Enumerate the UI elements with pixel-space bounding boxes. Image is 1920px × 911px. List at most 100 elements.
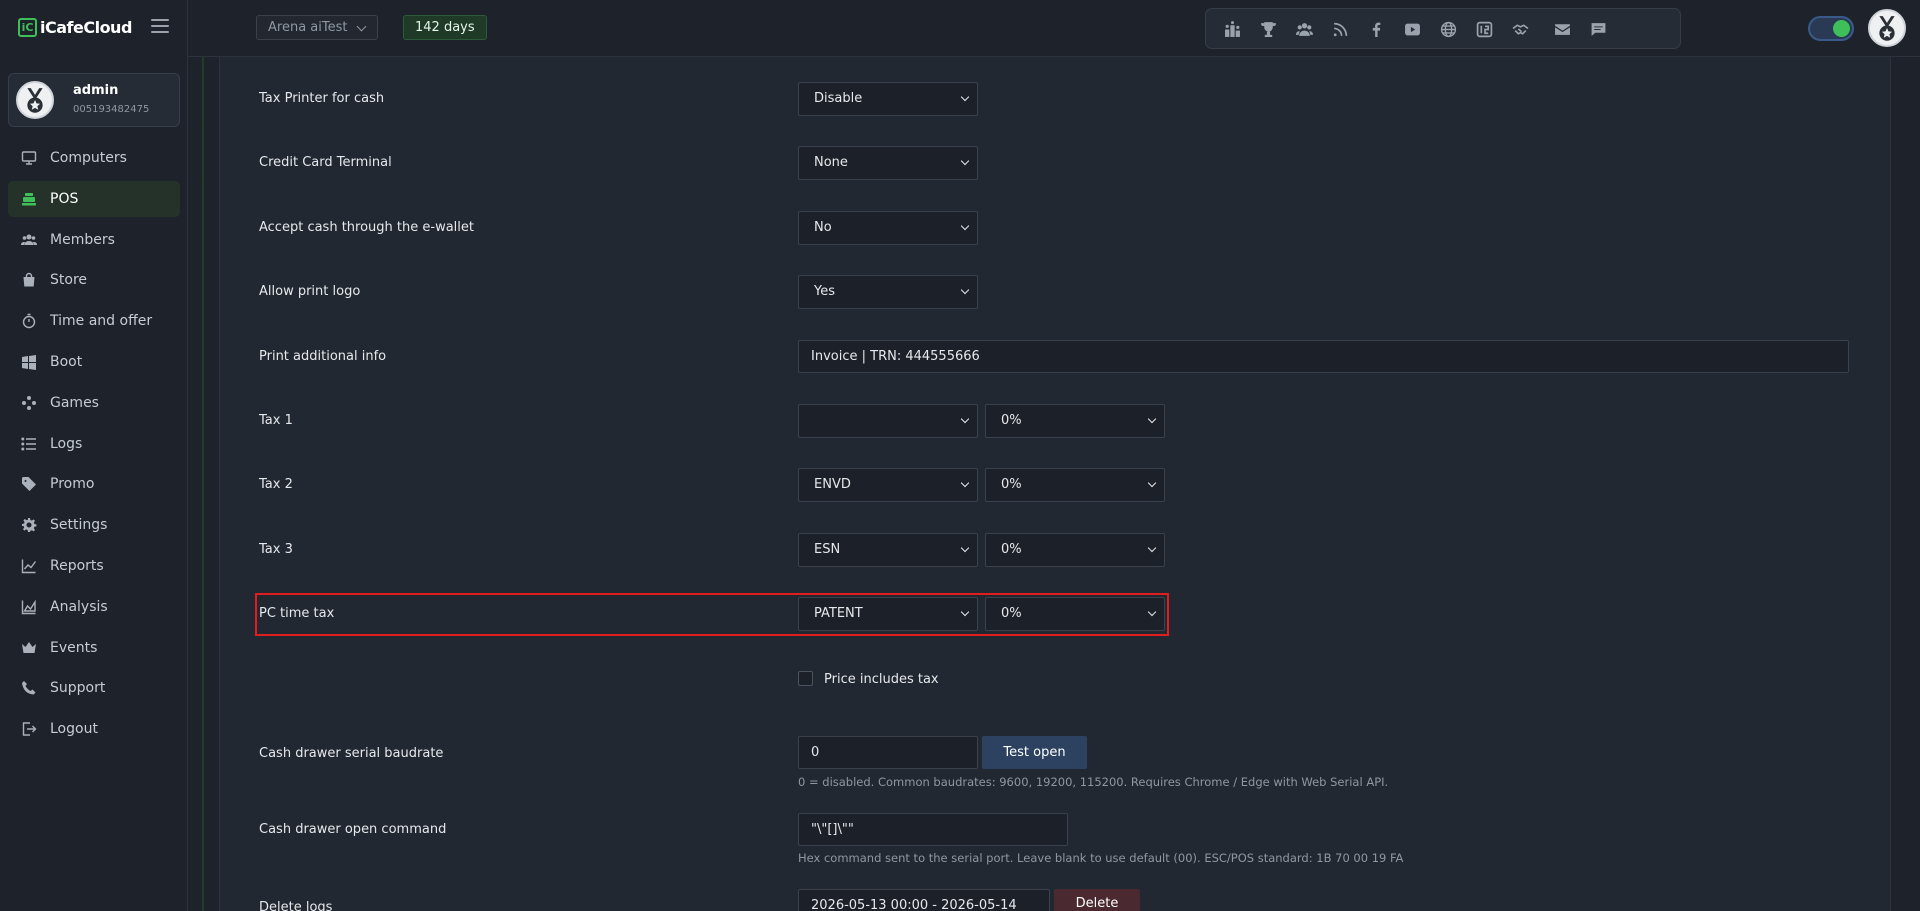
sidebar-item-label: Reports [50,557,104,574]
hamburger-menu-icon[interactable] [151,19,169,33]
user-name: admin [73,83,119,98]
tax2-rate-value: 0% [1001,477,1022,492]
sidebar-item-label: Time and offer [50,313,153,330]
tax3-type-select[interactable]: ESN [798,533,978,567]
accept-cash-label: Accept cash through the e-wallet [259,220,474,235]
list-icon [20,435,38,453]
content-accent-line [202,57,204,911]
print-logo-value: Yes [814,284,835,299]
test-open-button[interactable]: Test open [982,736,1087,769]
globe-icon[interactable] [1438,19,1458,39]
tax-printer-value: Disable [814,91,863,106]
chevron-down-icon [960,414,970,424]
rss-icon[interactable] [1330,19,1350,39]
price-includes-tax-label: Price includes tax [824,672,939,687]
tax-printer-select[interactable]: Disable [798,82,978,116]
sidebar-item-label: Promo [50,476,95,493]
sidebar-item-label: Settings [50,517,108,534]
pc-time-tax-rate-select[interactable]: 0% [985,597,1165,631]
cafe-select-value: Arena aiTest [268,20,348,35]
tax2-type-value: ENVD [814,477,851,492]
open-command-input[interactable]: "\"[]\"" [798,813,1068,846]
tax3-type-value: ESN [814,542,841,557]
sidebar-item-label: Games [50,394,99,411]
phone-icon [20,679,38,697]
sidebar-item-label: Support [50,680,106,697]
gamepad-icon [20,394,38,412]
tax3-label: Tax 3 [259,542,293,557]
sidebar-item-promo[interactable]: Promo [8,466,180,502]
sidebar-item-settings[interactable]: Settings [8,507,180,543]
sidebar-item-label: Events [50,639,98,656]
theme-toggle[interactable] [1808,16,1854,41]
monitor-icon [20,149,38,167]
users-icon [20,231,38,249]
toggle-knob [1833,20,1850,37]
icafe-logo-icon: iC [18,18,37,37]
pc-time-tax-rate-value: 0% [1001,606,1022,621]
price-includes-tax-checkbox[interactable] [798,671,813,686]
pc-time-tax-label: PC time tax [259,606,335,621]
chevron-down-icon [960,92,970,102]
tax2-type-select[interactable]: ENVD [798,468,978,502]
sidebar-item-computers[interactable]: Computers [8,140,180,176]
sidebar-item-time-and-offer[interactable]: Time and offer [8,303,180,339]
pc-time-tax-type-select[interactable]: PATENT [798,597,978,631]
facebook-icon[interactable] [1366,19,1386,39]
icafe-icon[interactable] [1474,19,1494,39]
brand-logo[interactable]: iC iCafeCloud [18,18,132,37]
sidebar-item-store[interactable]: Store [8,262,180,298]
cc-terminal-select[interactable]: None [798,146,978,180]
sidebar-item-logout[interactable]: Logout [8,711,180,747]
print-info-input[interactable]: Invoice | TRN: 444555666 [798,340,1849,373]
print-logo-label: Allow print logo [259,284,361,299]
mail-icon[interactable] [1552,19,1572,39]
area-chart-icon [20,598,38,616]
cash-register-icon [20,190,38,208]
tax3-rate-select[interactable]: 0% [985,533,1165,567]
sidebar-item-events[interactable]: Events [8,630,180,666]
chevron-down-icon [960,478,970,488]
sidebar-item-label: Logout [50,721,98,738]
chevron-down-icon [1147,478,1157,488]
cafe-select[interactable]: Arena aiTest [256,15,378,40]
sidebar-item-analysis[interactable]: Analysis [8,589,180,625]
profile-avatar[interactable] [1868,9,1906,47]
brand-name: iCafeCloud [40,18,132,37]
sidebar-item-members[interactable]: Members [8,222,180,258]
trophy-icon[interactable] [1258,19,1278,39]
avatar [16,81,54,119]
sidebar-item-games[interactable]: Games [8,385,180,421]
print-info-label: Print additional info [259,349,387,364]
baudrate-input[interactable]: 0 [798,736,978,769]
chevron-down-icon [1147,543,1157,553]
stopwatch-icon [20,312,38,330]
delete-logs-range-input[interactable]: 2026-05-13 00:00 - 2026-05-14 10:19 [798,889,1050,911]
print-logo-select[interactable]: Yes [798,275,978,309]
tax1-rate-select[interactable]: 0% [985,404,1165,438]
sidebar-item-pos[interactable]: POS [8,180,180,217]
accept-cash-select[interactable]: No [798,211,978,245]
cc-terminal-value: None [814,155,848,170]
sidebar-item-boot[interactable]: Boot [8,344,180,380]
open-command-hint: Hex command sent to the serial port. Lea… [798,851,1404,865]
delete-logs-button[interactable]: Delete [1054,889,1140,911]
tax1-label: Tax 1 [259,413,293,428]
chat-icon[interactable] [1588,19,1608,39]
sidebar-item-reports[interactable]: Reports [8,548,180,584]
tax1-rate-value: 0% [1001,413,1022,428]
sidebar-item-support[interactable]: Support [8,670,180,706]
crown-icon [20,639,38,657]
tax2-rate-select[interactable]: 0% [985,468,1165,502]
tax1-type-select[interactable] [798,404,978,438]
user-card[interactable]: admin 005193482475 [8,73,180,127]
line-chart-icon [20,557,38,575]
sidebar-item-logs[interactable]: Logs [8,426,180,462]
youtube-icon[interactable] [1402,19,1422,39]
tax2-label: Tax 2 [259,477,293,492]
logout-icon [20,720,38,738]
group-icon[interactable] [1294,19,1314,39]
chevron-down-icon [960,543,970,553]
handshake-icon[interactable] [1510,19,1530,39]
leaderboard-icon[interactable] [1222,19,1242,39]
